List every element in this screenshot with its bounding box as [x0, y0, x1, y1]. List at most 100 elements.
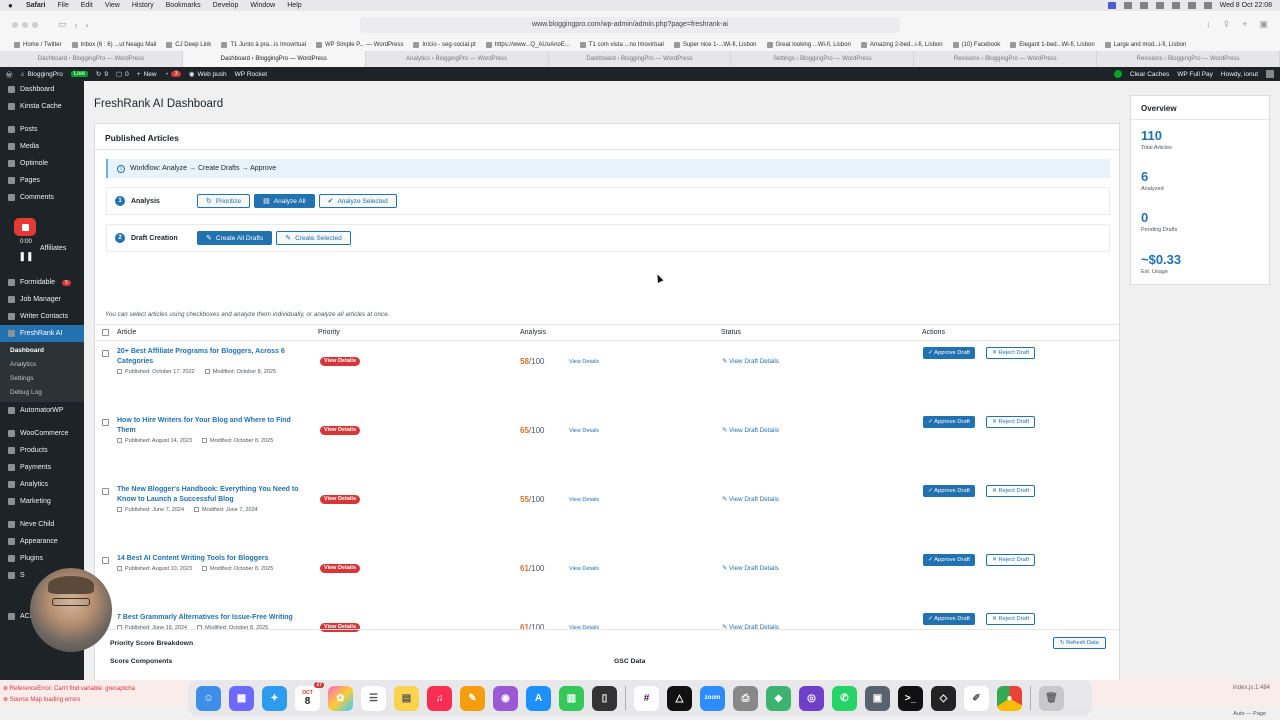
- apple-icon[interactable]: ●: [8, 1, 16, 10]
- music-icon[interactable]: ♫: [427, 685, 452, 711]
- refresh-data-button[interactable]: ↻ Refresh Data: [1053, 637, 1106, 649]
- webpush-link[interactable]: ◉ Web push: [189, 70, 227, 79]
- article-title-link[interactable]: 20+ Best Affiliate Programs for Bloggers…: [117, 347, 307, 367]
- search-icon[interactable]: [1203, 2, 1212, 9]
- priority-view-details-button[interactable]: View Details: [320, 495, 360, 504]
- sidebar-item-writer-contacts[interactable]: Writer Contacts: [0, 308, 84, 325]
- article-title-link[interactable]: The New Blogger's Handbook: Everything Y…: [117, 485, 307, 505]
- forward-icon[interactable]: ›: [86, 20, 89, 30]
- menu-edit[interactable]: Edit: [81, 2, 93, 9]
- textedit-icon[interactable]: ✐: [964, 685, 989, 711]
- reject-draft-button[interactable]: ✕ Reject Draft: [986, 347, 1036, 359]
- sidebar-item-formidable[interactable]: Formidable 5: [0, 274, 84, 291]
- bookmark[interactable]: Elegant 1-bed...Wi-fi, Lisbon: [1010, 41, 1095, 48]
- bookmark[interactable]: T1 Junto à pra...is Imovirtual: [221, 41, 306, 48]
- bookmark[interactable]: Amazing 2-bed...i-fi, Lisbon: [860, 41, 943, 48]
- site-name[interactable]: ⌂ BloggingPro: [21, 71, 63, 78]
- new-tab-icon[interactable]: +: [1242, 19, 1247, 30]
- bookmark[interactable]: Home / Twitter: [14, 41, 62, 48]
- article-title-link[interactable]: 7 Best Grammarly Alternatives for Issue-…: [117, 613, 317, 623]
- photos-icon[interactable]: ✿: [328, 685, 353, 711]
- sidebar-item-analytics[interactable]: Analytics: [0, 476, 84, 493]
- analyze-selected-button[interactable]: ✔ Analyze Selected: [318, 194, 397, 208]
- approve-draft-button[interactable]: ✓ Approve Draft: [923, 416, 975, 428]
- address-bar[interactable]: www.bloggingpro.com/wp-admin/admin.php?p…: [360, 16, 900, 33]
- sidebar-item-optimole[interactable]: Optimole: [0, 155, 84, 172]
- create-all-drafts-button[interactable]: ✎ Create All Drafts: [197, 231, 273, 245]
- screenshot-icon[interactable]: ▣: [865, 685, 890, 711]
- pages-icon[interactable]: ✎: [460, 685, 485, 711]
- close-window-icon[interactable]: [12, 21, 18, 28]
- sidebar-item-products[interactable]: Products: [0, 442, 84, 459]
- wp-rocket-link[interactable]: WP Rocket: [235, 71, 267, 78]
- submenu-settings[interactable]: Settings: [0, 372, 84, 386]
- approve-draft-button[interactable]: ✓ Approve Draft: [923, 347, 975, 359]
- chrome-icon[interactable]: ●: [997, 685, 1022, 711]
- menu-app[interactable]: Safari: [26, 2, 45, 9]
- browser-tab[interactable]: Revisions ‹ BloggingPro — WordPress: [1097, 51, 1280, 67]
- vpn-icon[interactable]: ◆: [766, 685, 791, 711]
- reject-draft-button[interactable]: ✕ Reject Draft: [986, 613, 1036, 625]
- column-article[interactable]: Article: [117, 329, 136, 336]
- sidebar-item-marketing[interactable]: Marketing: [0, 493, 84, 510]
- column-priority[interactable]: Priority: [318, 329, 340, 336]
- clock[interactable]: Wed 8 Oct 22:08: [1220, 2, 1272, 9]
- tab-overview-icon[interactable]: ▣: [1259, 19, 1268, 30]
- zoom-window-icon[interactable]: [32, 21, 38, 28]
- article-title-link[interactable]: How to Hire Writers for Your Blog and Wh…: [117, 416, 307, 436]
- launchpad-icon[interactable]: ▦: [229, 685, 254, 711]
- bookmark[interactable]: Início - seg-social.pt: [413, 41, 476, 48]
- bookmark[interactable]: Great looking ...Wi-fi, Lisbon: [766, 41, 851, 48]
- bookmark[interactable]: Super nice 1-...Wi-fi, Lisbon: [673, 41, 757, 48]
- browser-tab[interactable]: Dashboard ‹ BloggingPro — WordPress: [549, 51, 732, 67]
- bookmark[interactable]: Inbox (6 : 6) ...ut Neagu Mail: [71, 41, 156, 48]
- browser-tab-active[interactable]: Dashboard ‹ BloggingPro — WordPress: [182, 51, 366, 67]
- prioritize-button[interactable]: ↻ Prioritize: [197, 194, 251, 208]
- priority-view-details-button[interactable]: View Details: [320, 357, 360, 366]
- menu-file[interactable]: File: [57, 2, 68, 9]
- priority-view-details-button[interactable]: View Details: [320, 564, 360, 573]
- updates-link[interactable]: ↻ 9: [96, 70, 108, 79]
- column-status[interactable]: Status: [721, 329, 741, 336]
- create-selected-button[interactable]: ✎ Create Selected: [276, 231, 351, 245]
- bookmark[interactable]: T1 com vista ...no Imovirtual: [579, 41, 664, 48]
- sidebar-item-woocommerce[interactable]: WooCommerce: [0, 425, 84, 442]
- status-app-icon[interactable]: [1139, 2, 1148, 9]
- submenu-dashboard[interactable]: Dashboard: [0, 344, 84, 358]
- whatsapp-icon[interactable]: ✆: [832, 685, 857, 711]
- row-checkbox[interactable]: [102, 557, 109, 564]
- browser-tab[interactable]: Dashboard ‹ BloggingPro — WordPress: [0, 51, 183, 67]
- console-error-line[interactable]: ⊗ Source Map loading errors: [3, 696, 80, 703]
- minimize-window-icon[interactable]: [22, 21, 28, 28]
- bookmark[interactable]: https://www...Q_AUoAnoE...: [485, 41, 570, 48]
- app-store-icon[interactable]: A: [526, 685, 551, 711]
- notes-icon[interactable]: ▤: [394, 685, 419, 711]
- sidebar-item-affiliates[interactable]: Affiliates: [0, 240, 84, 257]
- pause-icon[interactable]: ❚❚: [14, 251, 38, 262]
- sidebar-item-automatorwp[interactable]: AutomatorWP: [0, 402, 84, 419]
- column-analysis[interactable]: Analysis: [520, 329, 546, 336]
- sidebar-toggle-icon[interactable]: ▭: [58, 19, 67, 30]
- sidebar-item-neve-child[interactable]: Neve Child: [0, 516, 84, 533]
- submenu-analytics[interactable]: Analytics: [0, 358, 84, 372]
- reject-draft-button[interactable]: ✕ Reject Draft: [986, 554, 1036, 566]
- console-error-line[interactable]: ⊗ ReferenceError: Can't find variable: g…: [3, 685, 135, 692]
- sidebar-item-payments[interactable]: Payments: [0, 459, 84, 476]
- back-icon[interactable]: ‹: [75, 20, 78, 30]
- status-app-icon[interactable]: [1171, 2, 1180, 9]
- bookmark[interactable]: (10) Facebook: [952, 41, 1000, 48]
- row-checkbox[interactable]: [102, 350, 109, 357]
- menu-view[interactable]: View: [105, 2, 120, 9]
- bookmark[interactable]: Large and mod...i-fi, Lisbon: [1104, 41, 1186, 48]
- sidebar-item-kinsta-cache[interactable]: Kinsta Cache: [0, 98, 84, 115]
- menu-bookmarks[interactable]: Bookmarks: [166, 2, 201, 9]
- console-file-ref[interactable]: index.js:1:484: [1233, 685, 1270, 691]
- bookmark[interactable]: CJ Deep Link: [166, 41, 211, 48]
- zoom-icon[interactable]: zoom: [700, 685, 725, 711]
- iphone-mirroring-icon[interactable]: ▯: [592, 685, 617, 711]
- cursor-app-icon[interactable]: ◇: [931, 685, 956, 711]
- wifi-icon[interactable]: [1187, 2, 1196, 9]
- sidebar-item-dashboard[interactable]: Dashboard: [0, 81, 84, 98]
- github-icon[interactable]: ◎: [799, 685, 824, 711]
- share-icon[interactable]: ⇪: [1223, 19, 1231, 30]
